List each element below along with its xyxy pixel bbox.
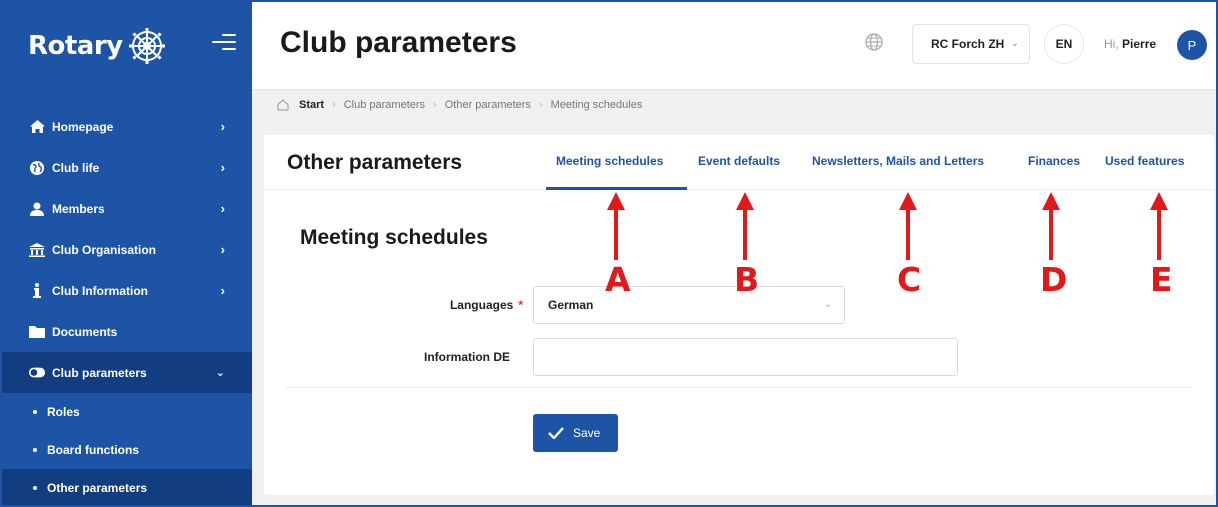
breadcrumb-item[interactable]: Club parameters	[344, 99, 425, 111]
sidebar: Rotary Homepage › Club life › Members › …	[2, 2, 252, 505]
annotation-letter-b: B	[734, 260, 760, 299]
sidebar-item-label: Homepage	[52, 119, 114, 134]
languages-select-value: German	[548, 298, 594, 312]
sidebar-item-label: Club life	[52, 160, 100, 175]
user-icon	[29, 202, 45, 216]
toggle-icon	[29, 366, 45, 380]
chevron-right-icon: ›	[220, 119, 225, 134]
bullet-icon	[33, 486, 37, 490]
sidebar-item-label: Members	[52, 201, 105, 216]
brand-name: Rotary	[28, 31, 123, 61]
folder-icon	[29, 325, 45, 339]
form-divider	[286, 387, 1191, 388]
greeting-text: Hi,	[1104, 37, 1119, 51]
institution-icon	[29, 242, 45, 257]
annotation-letter-d: D	[1040, 260, 1068, 299]
sidebar-subitem-roles[interactable]: Roles	[2, 393, 252, 431]
top-header: Club parameters RC Forch ZH ⌄ EN Hi, Pie…	[252, 2, 1216, 90]
sidebar-subitem-board-functions[interactable]: Board functions	[2, 431, 252, 469]
breadcrumb-item[interactable]: Other parameters	[445, 99, 531, 111]
active-tab-indicator	[546, 187, 687, 190]
sidebar-item-label: Club Information	[52, 283, 148, 298]
languages-select[interactable]: German ⌄	[533, 286, 845, 324]
languages-label: Languages *	[402, 298, 523, 312]
section-title: Meeting schedules	[300, 226, 488, 249]
sidebar-item-club-parameters[interactable]: Club parameters ⌄	[2, 352, 252, 393]
sidebar-item-label: Club Organisation	[52, 242, 157, 257]
chevron-down-icon: ⌄	[823, 299, 832, 310]
tab-meeting-schedules[interactable]: Meeting schedules	[556, 154, 663, 168]
languages-label-text: Languages	[449, 298, 514, 312]
menu-collapse-icon[interactable]	[212, 32, 236, 52]
sidebar-item-homepage[interactable]: Homepage ›	[2, 106, 252, 147]
save-button[interactable]: Save	[533, 414, 618, 452]
sidebar-subitem-label: Other parameters	[47, 481, 148, 495]
club-selector[interactable]: RC Forch ZH ⌄	[912, 24, 1030, 64]
home-icon	[29, 120, 45, 134]
annotation-arrow-up-icon	[1042, 192, 1060, 260]
required-mark: *	[518, 298, 523, 312]
sidebar-subitem-other-parameters[interactable]: Other parameters	[2, 469, 252, 505]
annotation-letter-a: A	[605, 260, 631, 299]
bullet-icon	[33, 448, 37, 452]
annotation-arrow-up-icon	[1150, 192, 1168, 260]
information-de-input[interactable]	[533, 338, 958, 376]
tab-event-defaults[interactable]: Event defaults	[698, 154, 780, 168]
annotation-letter-e: E	[1150, 260, 1173, 299]
chevron-right-icon: ›	[220, 160, 225, 175]
sidebar-item-label: Club parameters	[52, 365, 147, 380]
sidebar-item-club-information[interactable]: Club Information ›	[2, 270, 252, 311]
parameters-card: Other parameters Meeting schedules Event…	[264, 135, 1214, 495]
avatar[interactable]: P	[1177, 30, 1207, 60]
chevron-right-icon: ›	[433, 99, 437, 111]
user-greeting: Hi, Pierre	[1104, 37, 1156, 51]
chevron-right-icon: ›	[332, 99, 336, 111]
bullet-icon	[33, 410, 37, 414]
annotation-arrow-up-icon	[736, 192, 754, 260]
page-title: Club parameters	[280, 26, 517, 59]
club-selector-value: RC Forch ZH	[931, 37, 1005, 51]
brand: Rotary	[2, 2, 252, 90]
annotation-letter-c: C	[897, 260, 922, 299]
sidebar-subitem-label: Roles	[47, 405, 80, 419]
card-header: Other parameters Meeting schedules Event…	[264, 135, 1214, 190]
chevron-right-icon: ›	[220, 242, 225, 257]
card-title: Other parameters	[287, 151, 463, 174]
chevron-down-icon: ⌄	[1010, 38, 1019, 49]
tab-newsletters-mails-letters[interactable]: Newsletters, Mails and Letters	[812, 154, 984, 168]
annotation-arrow-up-icon	[607, 192, 625, 260]
sidebar-item-club-organisation[interactable]: Club Organisation ›	[2, 229, 252, 270]
sidebar-item-members[interactable]: Members ›	[2, 188, 252, 229]
sidebar-item-documents[interactable]: Documents	[2, 311, 252, 352]
globe-icon[interactable]	[864, 32, 884, 52]
chevron-down-icon: ⌄	[215, 367, 225, 379]
sidebar-item-label: Documents	[52, 324, 118, 339]
annotation-arrow-up-icon	[899, 192, 917, 260]
rotary-wheel-logo	[128, 28, 165, 64]
breadcrumb-item[interactable]: Start	[299, 99, 324, 111]
globe-icon	[29, 160, 45, 175]
info-icon	[29, 283, 45, 298]
checkmark-icon	[548, 427, 564, 439]
breadcrumb-item: Meeting schedules	[550, 99, 643, 111]
sidebar-subitem-label: Board functions	[47, 443, 139, 457]
information-de-label: Information DE	[424, 350, 510, 364]
language-button[interactable]: EN	[1044, 24, 1084, 64]
tab-used-features[interactable]: Used features	[1105, 154, 1184, 168]
sidebar-item-club-life[interactable]: Club life ›	[2, 147, 252, 188]
breadcrumb: Start › Club parameters › Other paramete…	[277, 99, 642, 111]
save-button-label: Save	[573, 426, 601, 440]
app-window: Rotary Homepage › Club life › Members › …	[0, 0, 1218, 507]
chevron-right-icon: ›	[538, 99, 543, 111]
sidebar-nav: Homepage › Club life › Members › Club Or…	[2, 106, 252, 505]
tab-finances[interactable]: Finances	[1028, 154, 1080, 168]
home-outline-icon[interactable]	[277, 99, 289, 111]
user-name: Pierre	[1122, 37, 1157, 51]
chevron-right-icon: ›	[220, 201, 225, 216]
chevron-right-icon: ›	[220, 283, 225, 298]
